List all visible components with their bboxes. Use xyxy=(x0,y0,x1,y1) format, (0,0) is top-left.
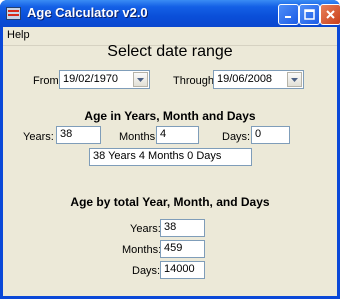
days-field[interactable]: 0 xyxy=(251,126,290,144)
minimize-button[interactable] xyxy=(278,4,299,25)
total-years-field[interactable]: 38 xyxy=(160,219,205,237)
through-date-value: 19/06/2008 xyxy=(217,73,273,85)
client-area: Help Select date range From: 19/02/1970 … xyxy=(3,27,337,296)
through-label: Through: xyxy=(173,75,218,87)
from-label: From: xyxy=(33,75,62,87)
close-button[interactable] xyxy=(320,4,340,25)
total-months-label: Months: xyxy=(122,244,162,256)
total-days-field[interactable]: 14000 xyxy=(160,261,205,279)
years-field[interactable]: 38 xyxy=(56,126,101,144)
maximize-button[interactable] xyxy=(299,4,320,25)
window-title: Age Calculator v2.0 xyxy=(27,5,148,20)
from-date-select[interactable]: 19/02/1970 xyxy=(59,70,150,89)
maximize-icon xyxy=(304,9,315,20)
page-title: Select date range xyxy=(107,43,233,60)
app-icon[interactable] xyxy=(6,7,21,20)
close-icon xyxy=(326,10,335,19)
years-label: Years: xyxy=(23,131,54,143)
total-years-label: Years: xyxy=(130,223,161,235)
section-age-title: Age in Years, Month and Days xyxy=(84,109,256,123)
menu-help[interactable]: Help xyxy=(7,29,30,41)
months-label: Months: xyxy=(119,131,159,143)
app-window: Age Calculator v2.0 Help Select date ran… xyxy=(0,0,340,299)
chevron-down-icon xyxy=(291,77,298,82)
total-days-label: Days: xyxy=(132,265,161,277)
from-date-value: 19/02/1970 xyxy=(63,73,119,85)
section-total-title: Age by total Year, Month, and Days xyxy=(70,195,270,209)
through-dropdown-button[interactable] xyxy=(287,72,302,87)
minimize-icon xyxy=(285,16,291,18)
days-label: Days: xyxy=(222,131,251,143)
chevron-down-icon xyxy=(137,77,144,82)
total-months-field[interactable]: 459 xyxy=(160,240,205,258)
title-bar[interactable]: Age Calculator v2.0 xyxy=(0,0,340,27)
through-date-select[interactable]: 19/06/2008 xyxy=(213,70,304,89)
from-dropdown-button[interactable] xyxy=(133,72,148,87)
age-summary-field[interactable]: 38 Years 4 Months 0 Days xyxy=(89,148,252,166)
months-field[interactable]: 4 xyxy=(156,126,199,144)
